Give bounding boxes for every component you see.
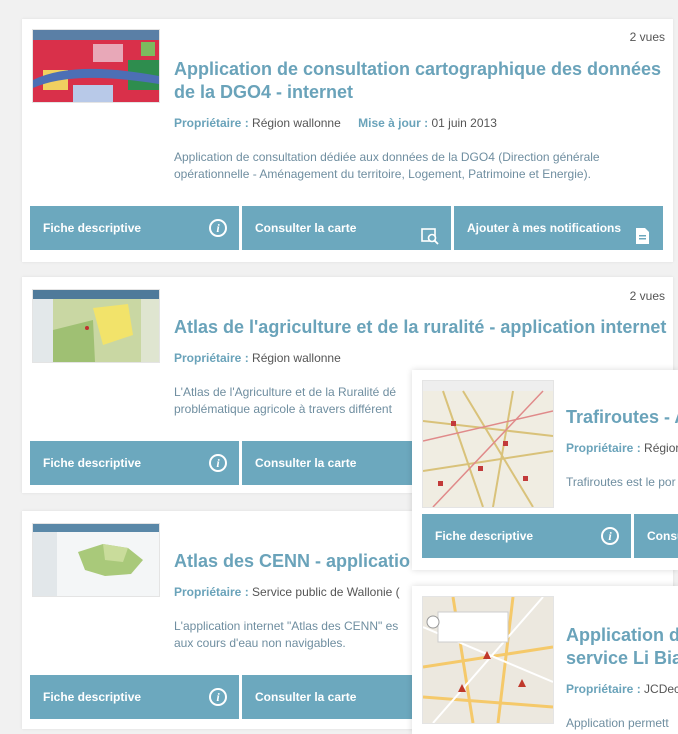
- button-label: Fiche descriptive: [435, 529, 534, 543]
- thumbnail-trafiroutes[interactable]: [422, 380, 554, 508]
- thumbnail-li-bia[interactable]: [422, 596, 554, 724]
- ajouter-notifications-button[interactable]: Ajouter à mes notifications: [454, 206, 663, 250]
- info-icon: i: [209, 219, 227, 237]
- card-title[interactable]: Atlas de l'agriculture et de la ruralité…: [174, 316, 666, 339]
- owner-label: Propriétaire :: [566, 441, 641, 455]
- card-description: L'Atlas de l'Agriculture et de la Rurali…: [174, 385, 397, 416]
- card-title[interactable]: Application de consultation cartographiq…: [174, 58, 661, 104]
- card-meta: Propriétaire : Région wallonne Mise à jo…: [174, 116, 497, 130]
- update-value: 01 juin 2013: [431, 116, 497, 130]
- view-count: 2 vues: [629, 30, 665, 44]
- owner-value: Région wallonne: [252, 116, 341, 130]
- button-label: Consulter la carte: [255, 221, 357, 235]
- card-title[interactable]: Trafiroutes - A: [566, 406, 678, 429]
- consulter-carte-button[interactable]: Consu: [634, 514, 678, 558]
- button-label: Fiche descriptive: [43, 690, 142, 704]
- owner-value: Région wallonne: [252, 351, 341, 365]
- fiche-descriptive-button[interactable]: Fiche descriptive i: [422, 514, 631, 558]
- info-icon: i: [209, 454, 227, 472]
- consulter-carte-button[interactable]: Consulter la carte: [242, 206, 451, 250]
- app-card-li-bia: Application d service Li Bia Propriétair…: [412, 586, 678, 734]
- card-meta: Propriétaire : Région wallonne: [174, 351, 341, 365]
- card-meta: Propriétaire : JCDec: [566, 682, 678, 696]
- fiche-descriptive-button[interactable]: Fiche descriptive i: [30, 441, 239, 485]
- card-meta: Propriétaire : Régior: [566, 441, 678, 455]
- app-card-dgo4: 2 vues Application de consultation carto…: [22, 19, 673, 262]
- fiche-descriptive-button[interactable]: Fiche descriptive i: [30, 206, 239, 250]
- button-label: Fiche descriptive: [43, 456, 142, 470]
- view-count: 2 vues: [629, 289, 665, 303]
- owner-label: Propriétaire :: [174, 116, 249, 130]
- map-search-icon: [421, 219, 439, 245]
- card-meta: Propriétaire : Service public de Walloni…: [174, 585, 400, 599]
- owner-value: Régior: [644, 441, 678, 455]
- card-description: Application de consultation dédiée aux d…: [174, 150, 600, 181]
- card-description: Application permett: [566, 716, 669, 730]
- owner-value: JCDec: [644, 682, 678, 696]
- owner-value: Service public de Wallonie (: [252, 585, 400, 599]
- button-label: Consulter la carte: [255, 690, 357, 704]
- fiche-descriptive-button[interactable]: Fiche descriptive i: [30, 675, 239, 719]
- owner-label: Propriétaire :: [566, 682, 641, 696]
- info-icon: i: [209, 688, 227, 706]
- update-label: Mise à jour :: [358, 116, 429, 130]
- notification-icon: [633, 219, 651, 244]
- thumbnail-atlas-cenn[interactable]: [32, 523, 160, 597]
- button-label: Ajouter à mes notifications: [467, 221, 622, 235]
- card-description: L'application internet "Atlas des CENN" …: [174, 619, 399, 650]
- button-label: Fiche descriptive: [43, 221, 142, 235]
- app-card-trafiroutes: Trafiroutes - A Propriétaire : Régior Tr…: [412, 370, 678, 570]
- owner-label: Propriétaire :: [174, 585, 249, 599]
- card-description: Trafiroutes est le por: [566, 475, 676, 489]
- button-label: Consu: [647, 529, 678, 543]
- card-title[interactable]: Atlas des CENN - applicatio: [174, 550, 410, 573]
- thumbnail-atlas-agriculture[interactable]: [32, 289, 160, 363]
- button-label: Consulter la carte: [255, 456, 357, 470]
- owner-label: Propriétaire :: [174, 351, 249, 365]
- info-icon: i: [601, 527, 619, 545]
- thumbnail-dgo4[interactable]: [32, 29, 160, 103]
- card-title[interactable]: Application d service Li Bia: [566, 624, 678, 670]
